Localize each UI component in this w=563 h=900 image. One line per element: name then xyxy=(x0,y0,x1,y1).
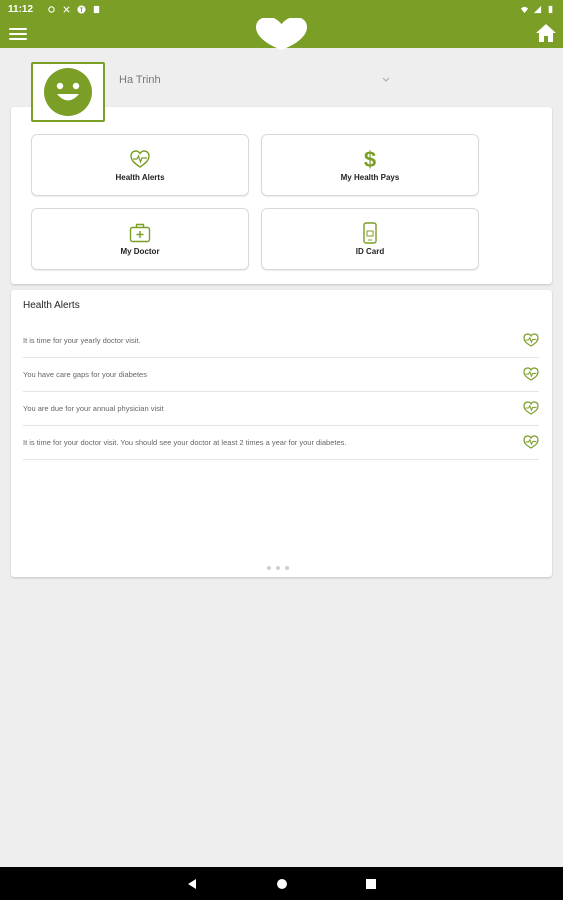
page-dot[interactable] xyxy=(285,566,289,570)
alert-item[interactable]: It is time for your doctor visit. You sh… xyxy=(23,426,539,460)
system-navigation-bar xyxy=(0,867,563,900)
heart-pulse-icon xyxy=(523,401,539,415)
heart-pulse-icon xyxy=(523,333,539,347)
signal-icon xyxy=(48,5,55,13)
alert-item[interactable]: You have care gaps for your diabetes xyxy=(23,358,539,392)
quick-actions-card: Health Alerts $ My Health Pays My Doctor xyxy=(11,107,552,284)
alert-item[interactable]: You are due for your annual physician vi… xyxy=(23,392,539,426)
status-time: 11:12 xyxy=(8,3,34,15)
tile-label: ID Card xyxy=(355,247,385,256)
section-title: Health Alerts xyxy=(23,300,80,311)
notification-icons: T xyxy=(47,4,101,14)
pagination-dots[interactable] xyxy=(267,566,289,570)
dollar-icon: $ xyxy=(364,148,376,170)
heart-pulse-icon xyxy=(523,367,539,381)
tile-my-doctor[interactable]: My Doctor xyxy=(31,208,249,270)
medical-kit-icon xyxy=(129,223,151,243)
tile-id-card[interactable]: ID Card xyxy=(261,208,479,270)
tile-my-health-pays[interactable]: $ My Health Pays xyxy=(261,134,479,196)
chevron-down-icon[interactable] xyxy=(382,77,390,83)
heart-pulse-icon xyxy=(523,435,539,449)
phone-card-icon xyxy=(363,222,377,244)
hamburger-menu-icon[interactable] xyxy=(9,25,27,41)
battery-icon xyxy=(548,5,553,13)
svg-text:T: T xyxy=(80,6,84,13)
page-dot[interactable] xyxy=(276,566,280,570)
page-dot[interactable] xyxy=(267,566,271,570)
tile-label: My Doctor xyxy=(120,247,160,256)
back-icon[interactable] xyxy=(186,878,198,890)
alert-item[interactable]: It is time for your yearly doctor visit. xyxy=(23,324,539,358)
status-bar: 11:12 T xyxy=(0,0,563,18)
mute-icon xyxy=(63,5,70,13)
smiley-face-icon xyxy=(44,68,92,116)
cell-signal-icon xyxy=(533,5,542,13)
alert-text: It is time for your yearly doctor visit. xyxy=(23,336,141,345)
app-header xyxy=(0,18,563,50)
system-icons xyxy=(520,5,555,14)
svg-text:$: $ xyxy=(364,148,376,170)
tile-label: Health Alerts xyxy=(115,173,165,182)
app-notification-icon: T xyxy=(77,4,86,13)
home-icon[interactable] xyxy=(535,22,557,44)
wifi-icon xyxy=(520,6,529,13)
tile-health-alerts[interactable]: Health Alerts xyxy=(31,134,249,196)
profile-name[interactable]: Ha Trinh xyxy=(119,74,161,86)
health-alerts-card: Health Alerts It is time for your yearly… xyxy=(11,290,552,577)
alert-text: You are due for your annual physician vi… xyxy=(23,404,164,413)
heart-logo-icon xyxy=(256,18,307,50)
alert-text: You have care gaps for your diabetes xyxy=(23,370,147,379)
alert-text: It is time for your doctor visit. You sh… xyxy=(23,438,347,447)
recents-icon[interactable] xyxy=(366,879,376,889)
avatar[interactable] xyxy=(31,62,105,122)
home-circle-icon[interactable] xyxy=(276,878,288,890)
storage-icon xyxy=(93,5,100,13)
tile-label: My Health Pays xyxy=(340,173,400,182)
heart-pulse-icon xyxy=(130,150,150,168)
